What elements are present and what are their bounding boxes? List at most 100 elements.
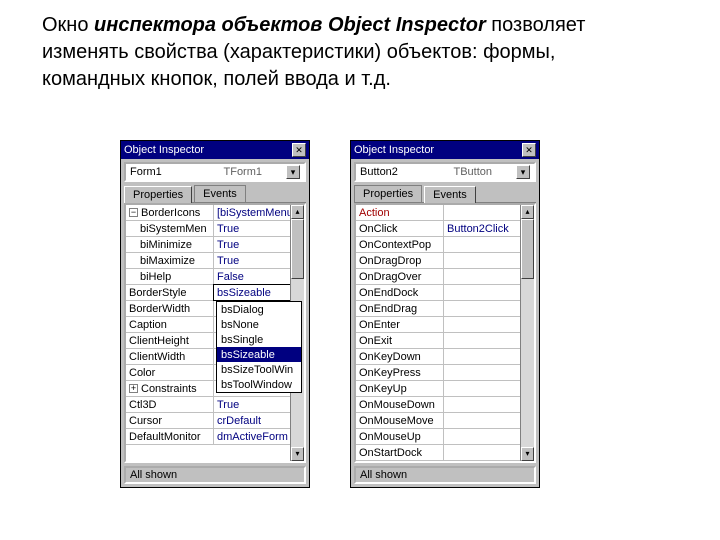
instance-type: TForm1 bbox=[224, 166, 287, 178]
dropdown-option[interactable]: bsToolWindow bbox=[217, 377, 301, 392]
property-row[interactable]: −BorderIcons[biSystemMenu, bbox=[126, 205, 304, 221]
property-name: biMaximize bbox=[126, 253, 214, 268]
chevron-down-icon[interactable]: ▾ bbox=[516, 165, 530, 179]
property-name: OnKeyDown bbox=[356, 349, 444, 364]
property-row[interactable]: OnMouseUp bbox=[356, 429, 534, 445]
caption-em2: Object Inspector bbox=[328, 14, 486, 36]
property-name: OnEnter bbox=[356, 317, 444, 332]
property-name: BorderWidth bbox=[126, 301, 214, 316]
slide-caption: Окно инспектора объектов Object Inspecto… bbox=[42, 12, 662, 93]
property-name: Cursor bbox=[126, 413, 214, 428]
property-name: OnDragDrop bbox=[356, 253, 444, 268]
property-row[interactable]: OnEndDock bbox=[356, 285, 534, 301]
dropdown-option[interactable]: bsNone bbox=[217, 317, 301, 332]
property-row[interactable]: OnDragDrop bbox=[356, 253, 534, 269]
status-bar: All shown bbox=[354, 466, 536, 484]
property-row[interactable]: OnKeyPress bbox=[356, 365, 534, 381]
tabs: PropertiesEvents bbox=[124, 185, 306, 203]
value-dropdown[interactable]: bsDialogbsNonebsSinglebsSizeablebsSizeTo… bbox=[216, 301, 302, 393]
property-name: OnKeyUp bbox=[356, 381, 444, 396]
tab-properties[interactable]: Properties bbox=[354, 185, 422, 202]
property-row[interactable]: OnClickButton2Click bbox=[356, 221, 534, 237]
instance-type: TButton bbox=[454, 166, 517, 178]
dropdown-option[interactable]: bsSizeToolWin bbox=[217, 362, 301, 377]
property-name: biSystemMen bbox=[126, 221, 214, 236]
property-name: −BorderIcons bbox=[126, 205, 214, 220]
property-row[interactable]: OnMouseDown bbox=[356, 397, 534, 413]
property-row[interactable]: OnDragOver bbox=[356, 269, 534, 285]
instance-selector[interactable]: Form1TForm1▾ bbox=[124, 162, 306, 182]
property-name: biHelp bbox=[126, 269, 214, 284]
property-name: Color bbox=[126, 365, 214, 380]
property-row[interactable]: biMinimizeTrue bbox=[126, 237, 304, 253]
dropdown-option[interactable]: bsSingle bbox=[217, 332, 301, 347]
scroll-down-icon[interactable]: ▾ bbox=[291, 447, 304, 461]
instance-name: Form1 bbox=[130, 166, 224, 178]
scroll-thumb[interactable] bbox=[291, 219, 304, 279]
scroll-thumb[interactable] bbox=[521, 219, 534, 279]
property-name: Action bbox=[356, 205, 444, 220]
property-name: OnEndDrag bbox=[356, 301, 444, 316]
property-row[interactable]: OnExit bbox=[356, 333, 534, 349]
scroll-up-icon[interactable]: ▴ bbox=[291, 205, 304, 219]
property-name: ClientWidth bbox=[126, 349, 214, 364]
property-name: OnContextPop bbox=[356, 237, 444, 252]
chevron-down-icon[interactable]: ▾ bbox=[286, 165, 300, 179]
object-inspector-right: Object Inspector✕Button2TButton▾Properti… bbox=[350, 140, 540, 488]
tab-events[interactable]: Events bbox=[194, 185, 246, 202]
titlebar[interactable]: Object Inspector✕ bbox=[121, 141, 309, 159]
property-grid: ActionOnClickButton2ClickOnContextPopOnD… bbox=[354, 203, 536, 463]
property-name: OnClick bbox=[356, 221, 444, 236]
property-row[interactable]: Ctl3DTrue bbox=[126, 397, 304, 413]
property-name: DefaultMonitor bbox=[126, 429, 214, 444]
property-row[interactable]: OnEnter bbox=[356, 317, 534, 333]
window-title: Object Inspector bbox=[354, 144, 522, 156]
scrollbar[interactable]: ▴▾ bbox=[520, 205, 534, 461]
property-row[interactable]: OnContextPop bbox=[356, 237, 534, 253]
tab-events[interactable]: Events bbox=[424, 186, 476, 203]
dropdown-option[interactable]: bsSizeable bbox=[217, 347, 301, 362]
property-row[interactable]: OnMouseMove bbox=[356, 413, 534, 429]
collapse-icon[interactable]: − bbox=[129, 208, 138, 217]
property-grid: −BorderIcons[biSystemMenu,biSystemMenTru… bbox=[124, 203, 306, 463]
property-row[interactable]: biSystemMenTrue bbox=[126, 221, 304, 237]
property-row[interactable]: OnKeyUp bbox=[356, 381, 534, 397]
window-title: Object Inspector bbox=[124, 144, 292, 156]
property-row[interactable]: biHelpFalse bbox=[126, 269, 304, 285]
scroll-down-icon[interactable]: ▾ bbox=[521, 447, 534, 461]
property-row[interactable]: BorderStylebsSizeable bbox=[126, 285, 304, 301]
caption-em1: инспектора объектов bbox=[94, 14, 322, 36]
expand-icon[interactable]: + bbox=[129, 384, 138, 393]
property-name: OnKeyPress bbox=[356, 365, 444, 380]
property-name: OnExit bbox=[356, 333, 444, 348]
property-name: Caption bbox=[126, 317, 214, 332]
property-name: OnDragOver bbox=[356, 269, 444, 284]
tabs: PropertiesEvents bbox=[354, 185, 536, 203]
dropdown-option[interactable]: bsDialog bbox=[217, 302, 301, 317]
titlebar[interactable]: Object Inspector✕ bbox=[351, 141, 539, 159]
property-row[interactable]: biMaximizeTrue bbox=[126, 253, 304, 269]
property-name: biMinimize bbox=[126, 237, 214, 252]
property-name: BorderStyle bbox=[126, 285, 214, 300]
property-name: +Constraints bbox=[126, 381, 214, 396]
scroll-up-icon[interactable]: ▴ bbox=[521, 205, 534, 219]
object-inspector-left: Object Inspector✕Form1TForm1▾PropertiesE… bbox=[120, 140, 310, 488]
instance-name: Button2 bbox=[360, 166, 454, 178]
property-name: OnMouseMove bbox=[356, 413, 444, 428]
instance-selector[interactable]: Button2TButton▾ bbox=[354, 162, 536, 182]
caption-lead: Окно bbox=[42, 14, 94, 36]
close-icon[interactable]: ✕ bbox=[522, 143, 536, 157]
property-name: OnMouseDown bbox=[356, 397, 444, 412]
property-row[interactable]: OnKeyDown bbox=[356, 349, 534, 365]
property-name: OnEndDock bbox=[356, 285, 444, 300]
close-icon[interactable]: ✕ bbox=[292, 143, 306, 157]
property-name: ClientHeight bbox=[126, 333, 214, 348]
property-row[interactable]: OnEndDrag bbox=[356, 301, 534, 317]
property-row[interactable]: DefaultMonitordmActiveForm bbox=[126, 429, 304, 445]
property-row[interactable]: CursorcrDefault bbox=[126, 413, 304, 429]
property-row[interactable]: OnStartDock bbox=[356, 445, 534, 461]
property-row[interactable]: Action bbox=[356, 205, 534, 221]
status-bar: All shown bbox=[124, 466, 306, 484]
tab-properties[interactable]: Properties bbox=[124, 186, 192, 203]
property-name: Ctl3D bbox=[126, 397, 214, 412]
